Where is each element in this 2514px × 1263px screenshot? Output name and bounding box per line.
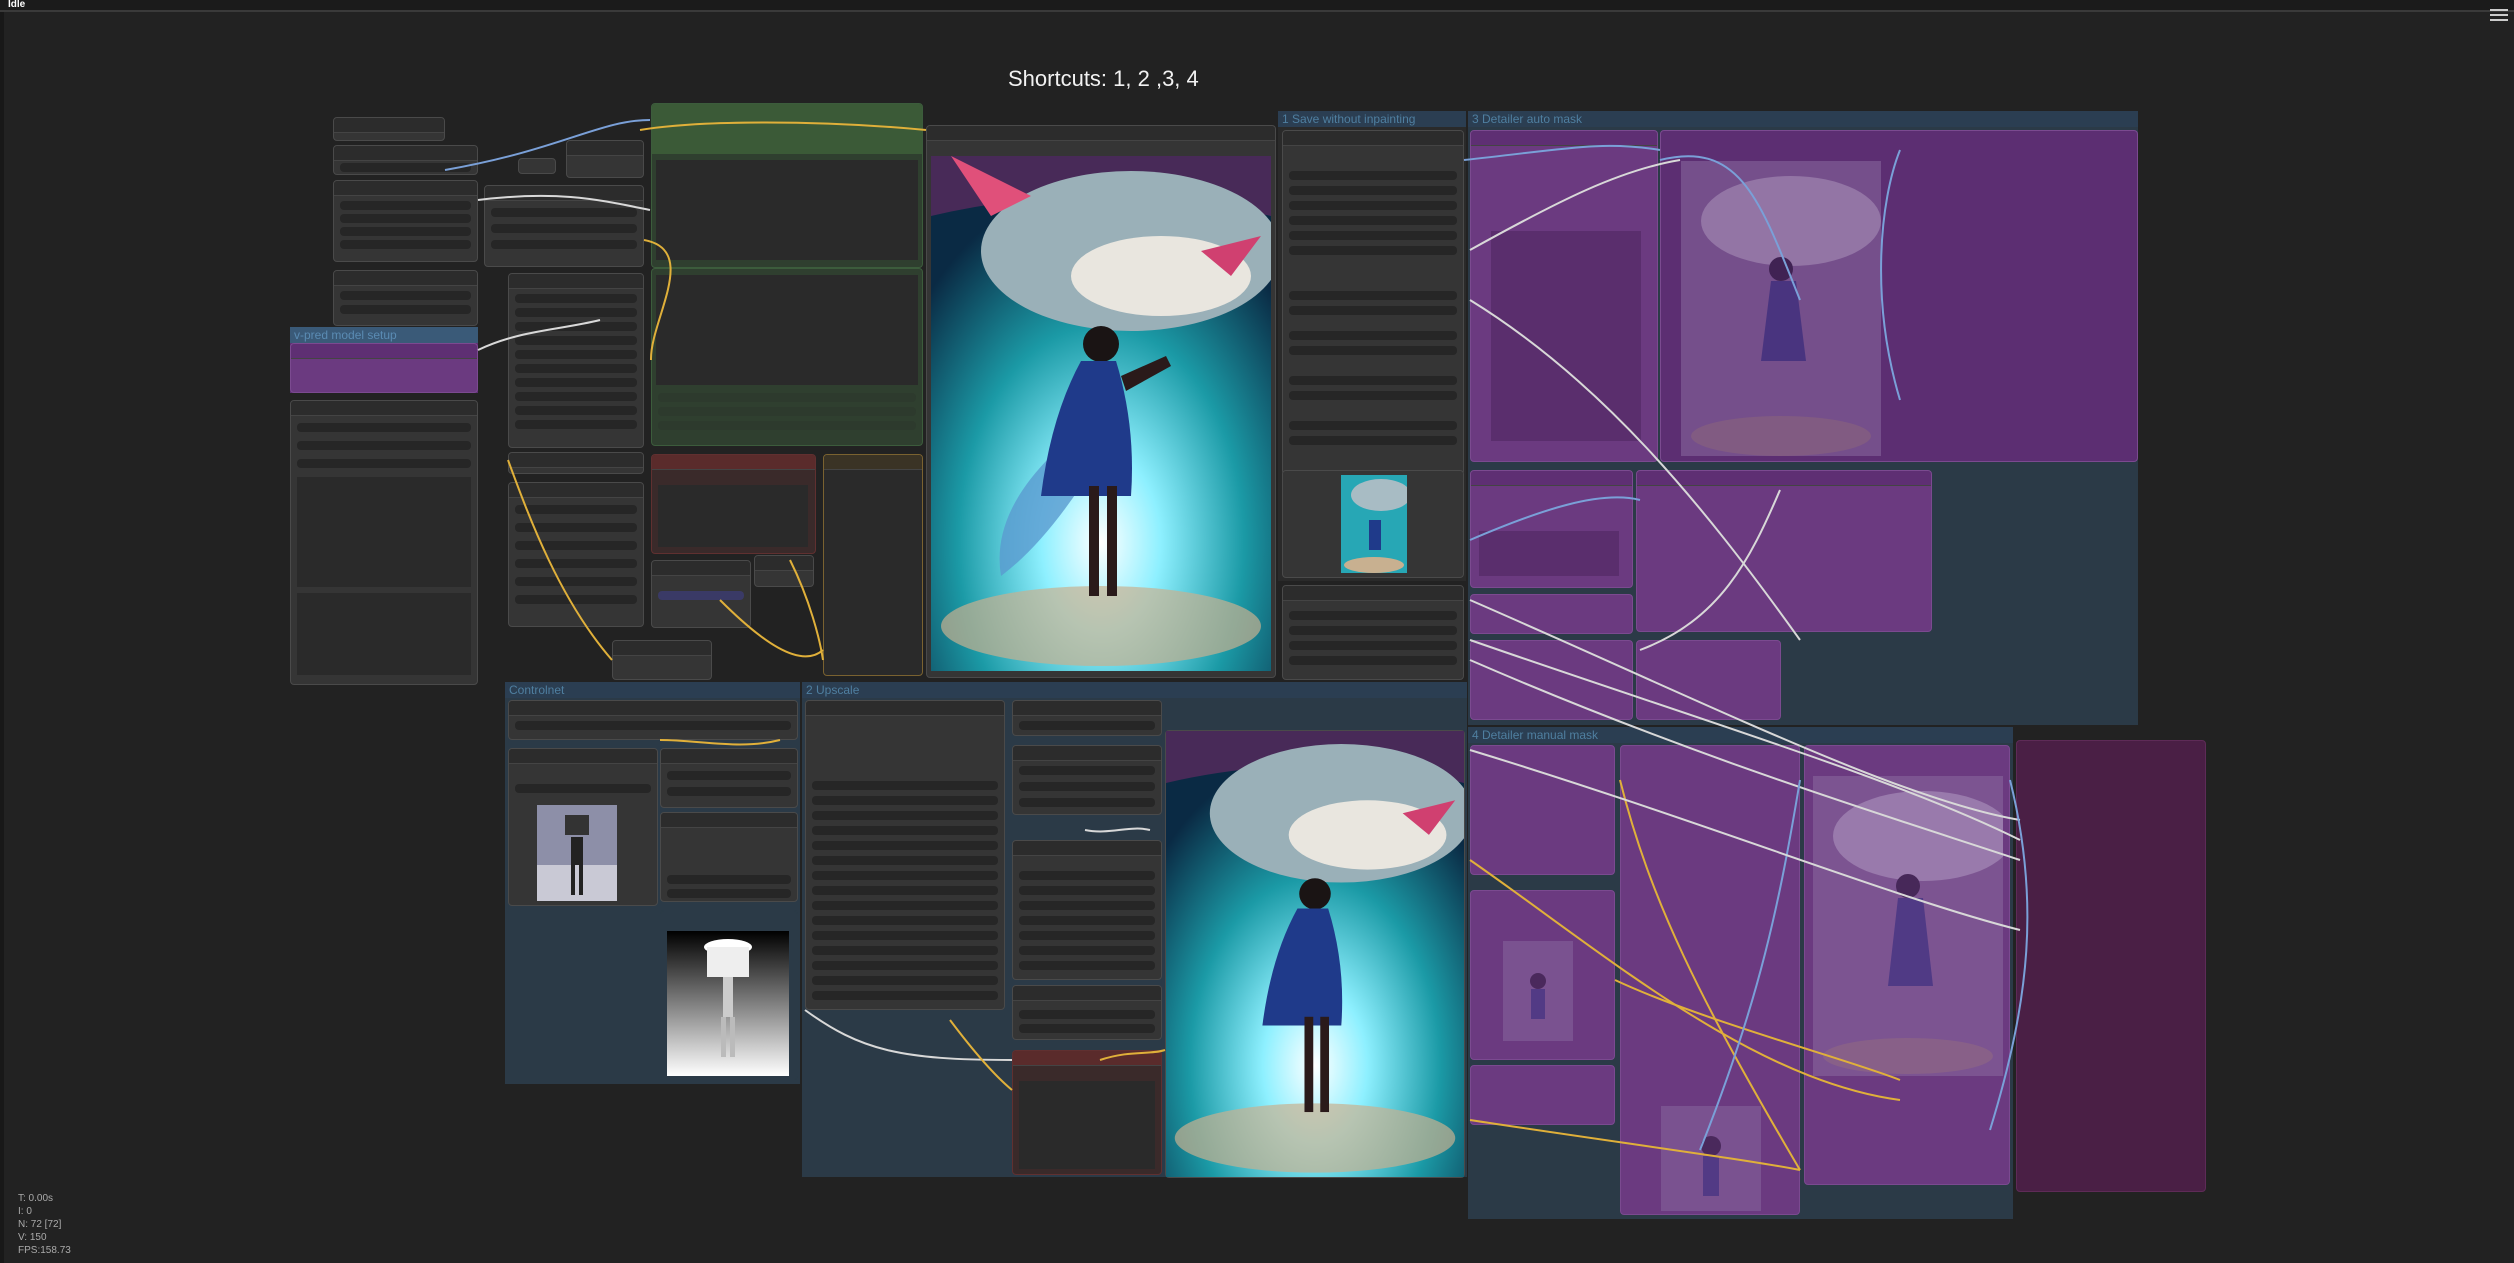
depth-image [667, 931, 789, 1076]
node-purple-standalone[interactable] [2016, 740, 2206, 1192]
node-vpred-sampling[interactable] [290, 343, 478, 393]
node-save-bottom[interactable] [1282, 585, 1464, 680]
node-small-6[interactable] [484, 185, 644, 267]
node-save-preview[interactable] [1282, 470, 1464, 578]
node-dm-2[interactable] [1470, 890, 1615, 1060]
left-edge [0, 12, 4, 1263]
pose-image [537, 805, 617, 901]
node-preview-upscale[interactable] [1165, 730, 1465, 1178]
node-cn-1[interactable] [508, 700, 798, 740]
node-up-3[interactable] [1012, 745, 1162, 815]
node-up-4[interactable] [1012, 840, 1162, 980]
stat-visible: V: 150 [18, 1232, 47, 1243]
node-cn-2[interactable] [508, 748, 658, 906]
stat-fps: FPS:158.73 [18, 1245, 71, 1256]
node-preview-main[interactable] [926, 125, 1276, 678]
generated-image-upscale [1166, 731, 1464, 1177]
node-up-2[interactable] [1012, 700, 1162, 736]
group-title-vpred: v-pred model setup [290, 327, 478, 343]
top-bar: Idle [0, 0, 2514, 12]
node-list-3[interactable] [508, 482, 644, 627]
node-up-1[interactable] [805, 700, 1005, 1010]
node-blue-loader[interactable] [651, 560, 751, 628]
node-up-5[interactable] [1012, 985, 1162, 1040]
mask-thumbnail [1503, 941, 1573, 1041]
mask-thumbnail-2 [1661, 1106, 1761, 1211]
node-small-3[interactable] [333, 180, 478, 262]
node-dm-4[interactable] [1620, 745, 1800, 1215]
node-up-red[interactable] [1012, 1050, 1162, 1175]
stat-time: T: 0.00s [18, 1193, 54, 1204]
node-detailer-auto-3[interactable] [1636, 470, 1932, 632]
node-cn-4[interactable] [660, 812, 798, 902]
node-gold-preview[interactable] [823, 454, 923, 676]
node-detailer-auto-preview[interactable] [1660, 130, 2138, 462]
group-title-save: 1 Save without inpainting [1278, 111, 1466, 127]
group-title-upscale: 2 Upscale [802, 682, 1467, 698]
generated-image-manual [1813, 776, 2003, 1076]
node-sampler-left[interactable] [290, 400, 478, 685]
node-detailer-auto-6[interactable] [1636, 640, 1781, 720]
generated-image-main [931, 156, 1271, 671]
node-red-loader[interactable] [651, 454, 816, 554]
node-reroute-1[interactable] [518, 158, 556, 174]
node-dm-1[interactable] [1470, 745, 1615, 875]
node-small-2[interactable] [333, 145, 478, 175]
node-cn-3[interactable] [660, 748, 798, 808]
node-detailer-auto-5[interactable] [1470, 640, 1633, 720]
node-save-main[interactable] [1282, 130, 1464, 475]
group-title-detailer-manual: 4 Detailer manual mask [1468, 727, 2013, 743]
group-title-detailer-auto: 3 Detailer auto mask [1468, 111, 2138, 127]
node-small-1[interactable] [333, 117, 445, 141]
node-small-4[interactable] [333, 270, 478, 326]
node-list-2[interactable] [508, 452, 644, 474]
node-detailer-auto-4[interactable] [1470, 594, 1633, 634]
hamburger-menu-icon[interactable] [2488, 6, 2510, 24]
queue-status: Idle [8, 0, 26, 10]
node-detailer-auto-1[interactable] [1470, 130, 1658, 462]
stat-nodes: N: 72 [72] [18, 1219, 62, 1230]
perf-stats: T: 0.00s I: 0 N: 72 [72] V: 150 FPS:158.… [18, 1192, 71, 1257]
node-positive-prompt[interactable] [651, 103, 923, 268]
thumbnail-save [1341, 475, 1407, 573]
node-detailer-auto-2[interactable] [1470, 470, 1633, 588]
node-list-1[interactable] [508, 273, 644, 448]
shortcuts-note: Shortcuts: 1, 2 ,3, 4 [1008, 66, 1199, 91]
node-small-8[interactable] [612, 640, 712, 680]
node-cn-depth[interactable] [660, 910, 798, 1080]
generated-image-detailer [1681, 161, 1881, 456]
group-title-controlnet: Controlnet [505, 682, 800, 698]
node-dm-3[interactable] [1470, 1065, 1615, 1125]
node-small-5[interactable] [566, 140, 644, 178]
node-negative-prompt[interactable] [651, 268, 923, 446]
node-dm-preview[interactable] [1804, 745, 2010, 1185]
stat-iterations: I: 0 [18, 1206, 32, 1217]
node-small-7[interactable] [754, 555, 814, 587]
